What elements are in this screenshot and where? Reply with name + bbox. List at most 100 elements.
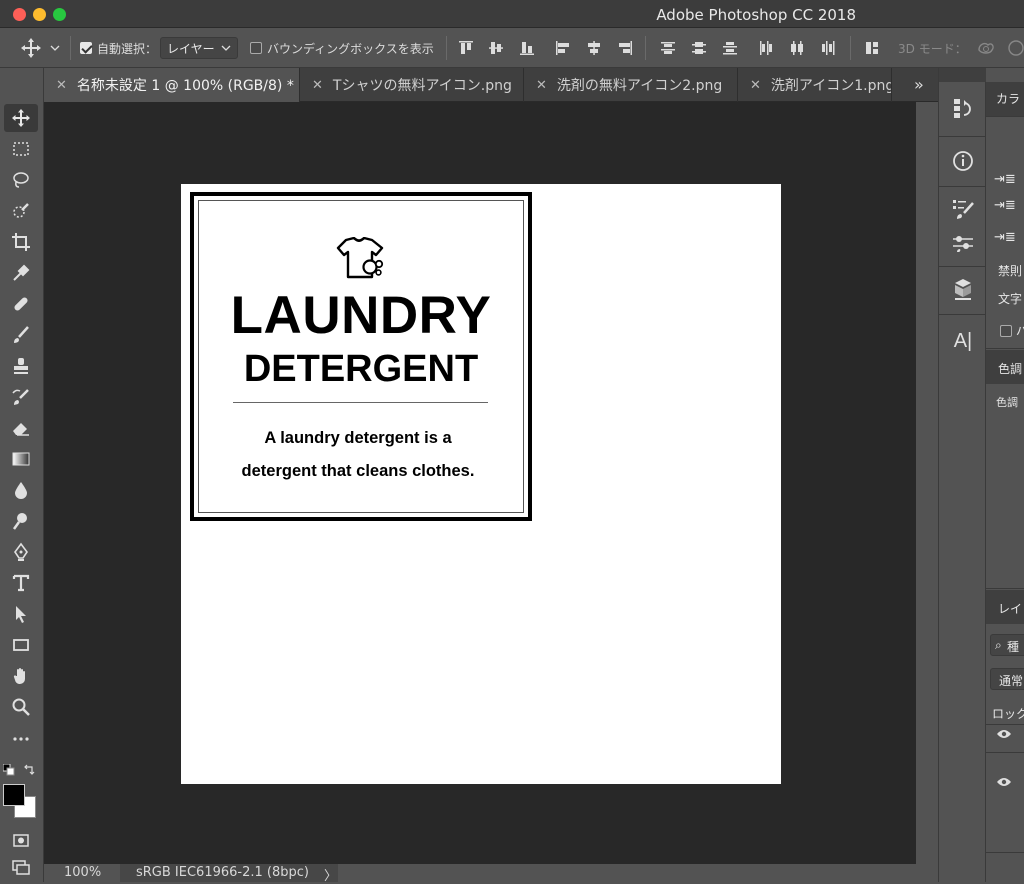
magnifier-icon xyxy=(12,698,30,716)
3d-mode-label: 3D モード： xyxy=(898,41,967,56)
space-before-icon[interactable]: ⇥≣ xyxy=(994,230,1016,245)
crop-tool[interactable] xyxy=(4,228,38,256)
zoom-window-button[interactable] xyxy=(53,8,66,21)
align-top-edges-icon[interactable] xyxy=(458,40,474,56)
options-divider xyxy=(446,36,447,60)
tab-layers[interactable]: レイ xyxy=(998,600,1022,617)
rectangular-marquee-tool[interactable] xyxy=(4,135,38,163)
indent-first-line-icon[interactable]: ⇥≣ xyxy=(994,198,1016,213)
tab-detergent-icon2-png[interactable]: ✕ 洗剤の無料アイコン2.png xyxy=(524,68,738,102)
pen-tool[interactable] xyxy=(4,538,38,566)
close-tab-icon[interactable]: ✕ xyxy=(312,78,323,93)
spot-healing-brush-tool[interactable] xyxy=(4,290,38,318)
type-tool[interactable] xyxy=(4,569,38,597)
align-vertical-centers-icon[interactable] xyxy=(488,40,504,56)
options-divider xyxy=(70,36,71,60)
zoom-level[interactable]: 100% xyxy=(64,865,101,880)
collapsed-panel-dock: A| xyxy=(938,68,987,882)
dodge-tool[interactable] xyxy=(4,507,38,535)
distribute-right-icon[interactable] xyxy=(820,40,836,56)
eyedropper-tool[interactable] xyxy=(4,259,38,287)
paragraph-option-checkbox[interactable] xyxy=(1000,325,1012,337)
status-bar: 100% sRGB IEC61966-2.1 (8bpc) 〉 xyxy=(44,864,938,884)
tabs-overflow-button[interactable]: » xyxy=(914,75,924,94)
eraser-tool[interactable] xyxy=(4,414,38,442)
history-brush-tool[interactable] xyxy=(4,383,38,411)
quick-mask-button[interactable] xyxy=(4,826,38,854)
bounding-box-checkbox[interactable] xyxy=(250,42,262,54)
blur-tool[interactable] xyxy=(4,476,38,504)
brush-settings-panel-button[interactable] xyxy=(947,228,979,258)
history-panel-button[interactable] xyxy=(947,94,979,124)
move-icon xyxy=(12,109,30,127)
eyedropper-icon xyxy=(13,264,30,281)
vertical-scrollbar[interactable] xyxy=(916,102,938,864)
bandage-icon xyxy=(14,297,28,311)
filter-kind-value: 種 xyxy=(1007,640,1020,654)
tab-color[interactable]: カラ xyxy=(996,90,1020,107)
distribute-horizontal-centers-icon[interactable] xyxy=(789,40,805,56)
tab-detergent-icon1-png[interactable]: ✕ 洗剤アイコン1.png xyxy=(738,68,892,102)
move-tool-preset-picker[interactable] xyxy=(20,28,60,68)
hand-tool[interactable] xyxy=(4,662,38,690)
gradient-tool[interactable] xyxy=(4,445,38,473)
distribute-left-icon[interactable] xyxy=(758,40,774,56)
brush-settings-icon xyxy=(953,236,973,252)
tab-tshirt-icon-png[interactable]: ✕ Tシャツの無料アイコン.png xyxy=(300,68,524,102)
swap-colors-icon[interactable] xyxy=(23,764,35,776)
blend-mode-dropdown[interactable]: 通常 xyxy=(990,668,1024,690)
brush-presets-icon xyxy=(953,200,974,219)
align-bottom-edges-icon[interactable] xyxy=(519,40,535,56)
screen-mode-button[interactable] xyxy=(4,854,38,882)
dock-grip xyxy=(939,68,987,82)
close-tab-icon[interactable]: ✕ xyxy=(536,78,547,93)
path-selection-tool[interactable] xyxy=(4,600,38,628)
minimize-window-button[interactable] xyxy=(33,8,46,21)
align-horizontal-centers-icon[interactable] xyxy=(586,40,602,56)
info-panel-button[interactable] xyxy=(947,146,979,176)
layer-visibility-eye-icon[interactable] xyxy=(996,728,1012,740)
lock-label: ロック xyxy=(992,707,1024,721)
distribute-top-icon[interactable] xyxy=(660,40,676,56)
3d-panel-button[interactable] xyxy=(947,274,979,304)
3d-rotate-icon[interactable] xyxy=(976,38,996,58)
type-icon xyxy=(12,574,30,592)
close-window-button[interactable] xyxy=(13,8,26,21)
auto-select-target-dropdown[interactable]: レイヤー xyxy=(160,37,238,59)
lasso-tool[interactable] xyxy=(4,166,38,194)
move-tool[interactable] xyxy=(4,104,38,132)
distribute-vertical-centers-icon[interactable] xyxy=(691,40,707,56)
indent-left-icon[interactable]: ⇥≣ xyxy=(994,172,1016,187)
auto-select-checkbox[interactable] xyxy=(80,42,92,54)
foreground-color-swatch[interactable] xyxy=(3,784,25,806)
clone-stamp-tool[interactable] xyxy=(4,352,38,380)
layer-filter-kind[interactable]: ⌕ 種 xyxy=(990,634,1024,656)
align-right-edges-icon[interactable] xyxy=(617,40,633,56)
close-tab-icon[interactable]: ✕ xyxy=(750,78,761,93)
close-tab-icon[interactable]: ✕ xyxy=(56,78,67,93)
panel-divider xyxy=(986,588,1024,589)
align-left-edges-icon[interactable] xyxy=(555,40,571,56)
document-profile[interactable]: sRGB IEC61966-2.1 (8bpc) xyxy=(120,864,338,882)
character-panel-button[interactable]: A| xyxy=(947,326,979,356)
zoom-tool[interactable] xyxy=(4,693,38,721)
layer-visibility-eye-icon[interactable] xyxy=(996,776,1012,788)
history-brush-icon xyxy=(12,389,29,405)
tab-document-untitled[interactable]: ✕ 名称未設定 1 @ 100% (RGB/8) * xyxy=(44,68,300,102)
auto-align-layers-icon[interactable] xyxy=(864,40,880,56)
brush-tool[interactable] xyxy=(4,321,38,349)
default-colors-icon[interactable] xyxy=(3,764,15,776)
description-line-2: detergent that cleans clothes. xyxy=(241,462,475,480)
distribute-bottom-icon[interactable] xyxy=(722,40,738,56)
tab-adjustments[interactable]: 色調 xyxy=(998,360,1022,377)
rectangle-tool[interactable] xyxy=(4,631,38,659)
panel-divider xyxy=(986,348,1024,349)
quick-selection-tool[interactable] xyxy=(4,197,38,225)
info-icon xyxy=(953,151,973,171)
hand-icon xyxy=(13,668,25,684)
tab-label: 洗剤の無料アイコン2.png xyxy=(556,78,723,94)
status-menu-arrow[interactable]: 〉 xyxy=(324,865,337,884)
3d-roll-icon[interactable] xyxy=(1006,38,1024,58)
edit-toolbar-button[interactable] xyxy=(4,725,38,753)
brush-presets-panel-button[interactable] xyxy=(947,194,979,224)
